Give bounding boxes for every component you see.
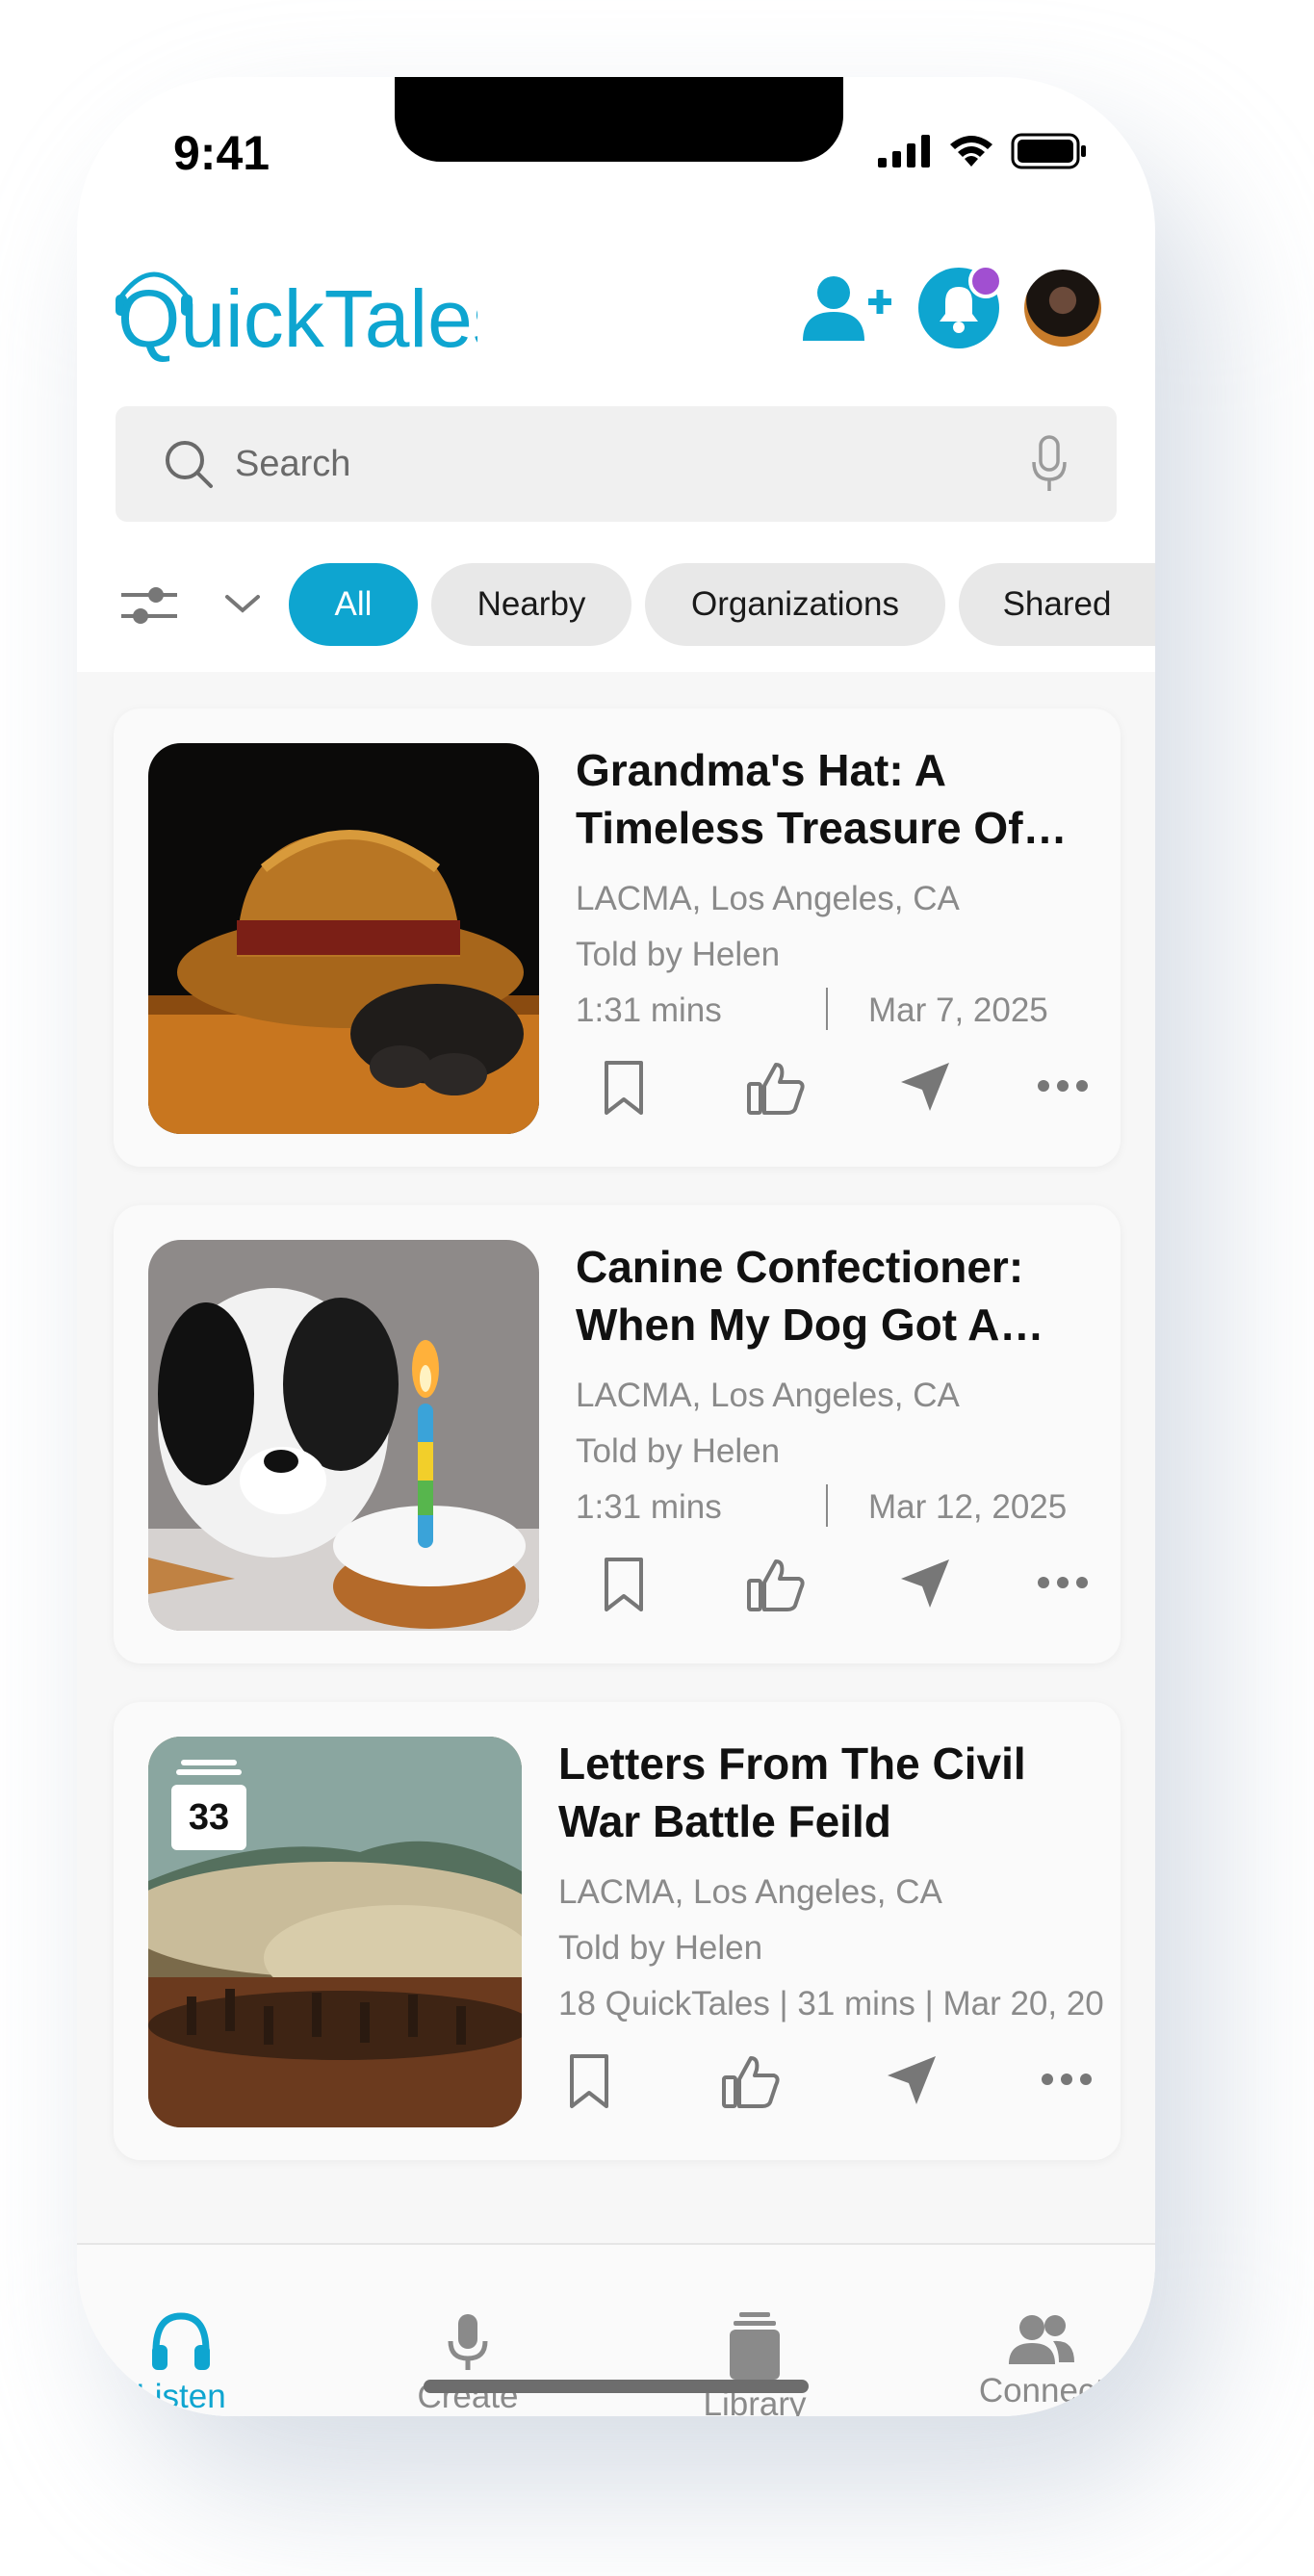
- sliders-icon: [121, 587, 177, 624]
- bookmark-icon: [605, 1558, 643, 1611]
- more-dots-icon: [1042, 2074, 1092, 2085]
- brand-text: QuickTales: [117, 273, 477, 364]
- filter-chip-all[interactable]: All: [289, 563, 418, 646]
- tab-create[interactable]: Create: [372, 2312, 564, 2416]
- story-card[interactable]: Grandma's Hat: A Timeless Treasure Of… L…: [114, 708, 1121, 1167]
- story-collection-card[interactable]: 33 Letters From The Civil War Battle Fei…: [114, 1702, 1121, 2160]
- bookmark-button[interactable]: [601, 1556, 647, 1618]
- phone-frame: 9:41 QuickTales Search All Nearby Organi…: [77, 77, 1155, 2416]
- story-date: Mar 12, 2025: [868, 1488, 1068, 1526]
- wifi-icon: [950, 136, 992, 167]
- collection-summary: 18 QuickTales | 31 mins | Mar 20, 20: [558, 1985, 1104, 2022]
- header-actions: [801, 264, 1101, 348]
- filter-expand-button[interactable]: [223, 589, 262, 623]
- story-duration: 1:31 mins: [576, 1488, 722, 1526]
- send-arrow-icon: [901, 1063, 949, 1111]
- signal-icon: [878, 135, 930, 167]
- story-title[interactable]: Letters From The Civil War Battle Feild: [558, 1735, 1078, 1850]
- status-time: 9:41: [173, 126, 271, 180]
- thumbs-up-icon: [722, 2056, 780, 2108]
- story-location: LACMA, Los Angeles, CA: [558, 1873, 942, 1911]
- collection-badge: 33: [171, 1760, 246, 1852]
- people-icon: [1009, 2315, 1074, 2364]
- bookmark-icon: [605, 1061, 643, 1115]
- like-button[interactable]: [720, 2052, 782, 2115]
- story-location: LACMA, Los Angeles, CA: [576, 880, 960, 917]
- search-icon: [166, 441, 213, 488]
- chevron-down-icon: [225, 595, 260, 613]
- send-arrow-icon: [888, 2056, 936, 2104]
- bookmark-icon: [570, 2054, 608, 2108]
- notch: [395, 77, 843, 162]
- story-actions: [566, 1059, 1105, 1121]
- tab-listen[interactable]: Listen: [85, 2312, 277, 2416]
- collection-count: 33: [171, 1785, 246, 1850]
- search-input[interactable]: Search: [235, 444, 350, 485]
- filter-settings-button[interactable]: [119, 583, 179, 632]
- headphones-icon: [152, 2312, 210, 2370]
- filter-chip-shared[interactable]: Shared: [959, 563, 1155, 646]
- meta-divider: [826, 1484, 828, 1527]
- story-actions: [566, 2052, 1105, 2114]
- send-arrow-icon: [901, 1559, 949, 1608]
- story-duration: 1:31 mins: [576, 992, 722, 1029]
- story-title[interactable]: Grandma's Hat: A Timeless Treasure Of…: [576, 741, 1095, 857]
- meta-divider: [826, 988, 828, 1030]
- story-teller: Told by Helen: [576, 936, 781, 973]
- library-icon: [730, 2312, 780, 2380]
- like-button[interactable]: [745, 1059, 807, 1121]
- more-dots-icon: [1038, 1577, 1088, 1588]
- battery-icon: [1011, 133, 1086, 169]
- more-options-button[interactable]: [1036, 1575, 1090, 1595]
- status-icons: [878, 133, 1088, 169]
- profile-avatar[interactable]: [1024, 270, 1101, 347]
- share-button[interactable]: [884, 2052, 940, 2113]
- like-button[interactable]: [745, 1556, 807, 1618]
- add-person-icon: [803, 276, 891, 341]
- story-date: Mar 7, 2025: [868, 992, 1048, 1029]
- tab-label: Listen: [136, 2378, 226, 2415]
- more-dots-icon: [1038, 1080, 1088, 1092]
- more-options-button[interactable]: [1036, 1078, 1090, 1098]
- story-location: LACMA, Los Angeles, CA: [576, 1377, 960, 1414]
- story-feed: Grandma's Hat: A Timeless Treasure Of… L…: [77, 672, 1155, 2243]
- thumbs-up-icon: [747, 1559, 805, 1611]
- filter-chip-nearby[interactable]: Nearby: [431, 563, 631, 646]
- story-teller: Told by Helen: [558, 1929, 763, 1967]
- notification-dot: [968, 264, 1003, 298]
- bookmark-button[interactable]: [601, 1059, 647, 1121]
- home-indicator: [424, 2380, 809, 2393]
- story-thumbnail-puppy: [148, 1240, 539, 1631]
- share-button[interactable]: [897, 1556, 953, 1616]
- story-teller: Told by Helen: [576, 1432, 781, 1470]
- tab-label: Connect: [978, 2372, 1105, 2409]
- notifications-button[interactable]: [918, 264, 1003, 348]
- story-card[interactable]: Canine Confectioner: When My Dog Got A… …: [114, 1205, 1121, 1663]
- more-options-button[interactable]: [1040, 2072, 1094, 2092]
- story-actions: [566, 1556, 1105, 1617]
- quicktales-logo: QuickTales: [112, 258, 513, 369]
- bookmark-button[interactable]: [566, 2052, 612, 2115]
- filter-chip-organizations[interactable]: Organizations: [645, 563, 945, 646]
- microphone-icon: [1032, 435, 1067, 491]
- microphone-icon: [448, 2314, 488, 2370]
- filter-row: All Nearby Organizations Shared: [77, 558, 1155, 651]
- voice-search-button[interactable]: [1030, 435, 1069, 498]
- tab-connect[interactable]: Connect: [945, 2312, 1138, 2410]
- thumbs-up-icon: [747, 1063, 805, 1115]
- add-friend-button[interactable]: [801, 273, 893, 343]
- story-title[interactable]: Canine Confectioner: When My Dog Got A…: [576, 1238, 1095, 1353]
- search-bar[interactable]: Search: [116, 406, 1117, 522]
- tab-library[interactable]: Library: [658, 2312, 851, 2416]
- story-thumbnail-battle: 33: [148, 1737, 522, 2127]
- story-thumbnail-hat: [148, 743, 539, 1134]
- share-button[interactable]: [897, 1059, 953, 1120]
